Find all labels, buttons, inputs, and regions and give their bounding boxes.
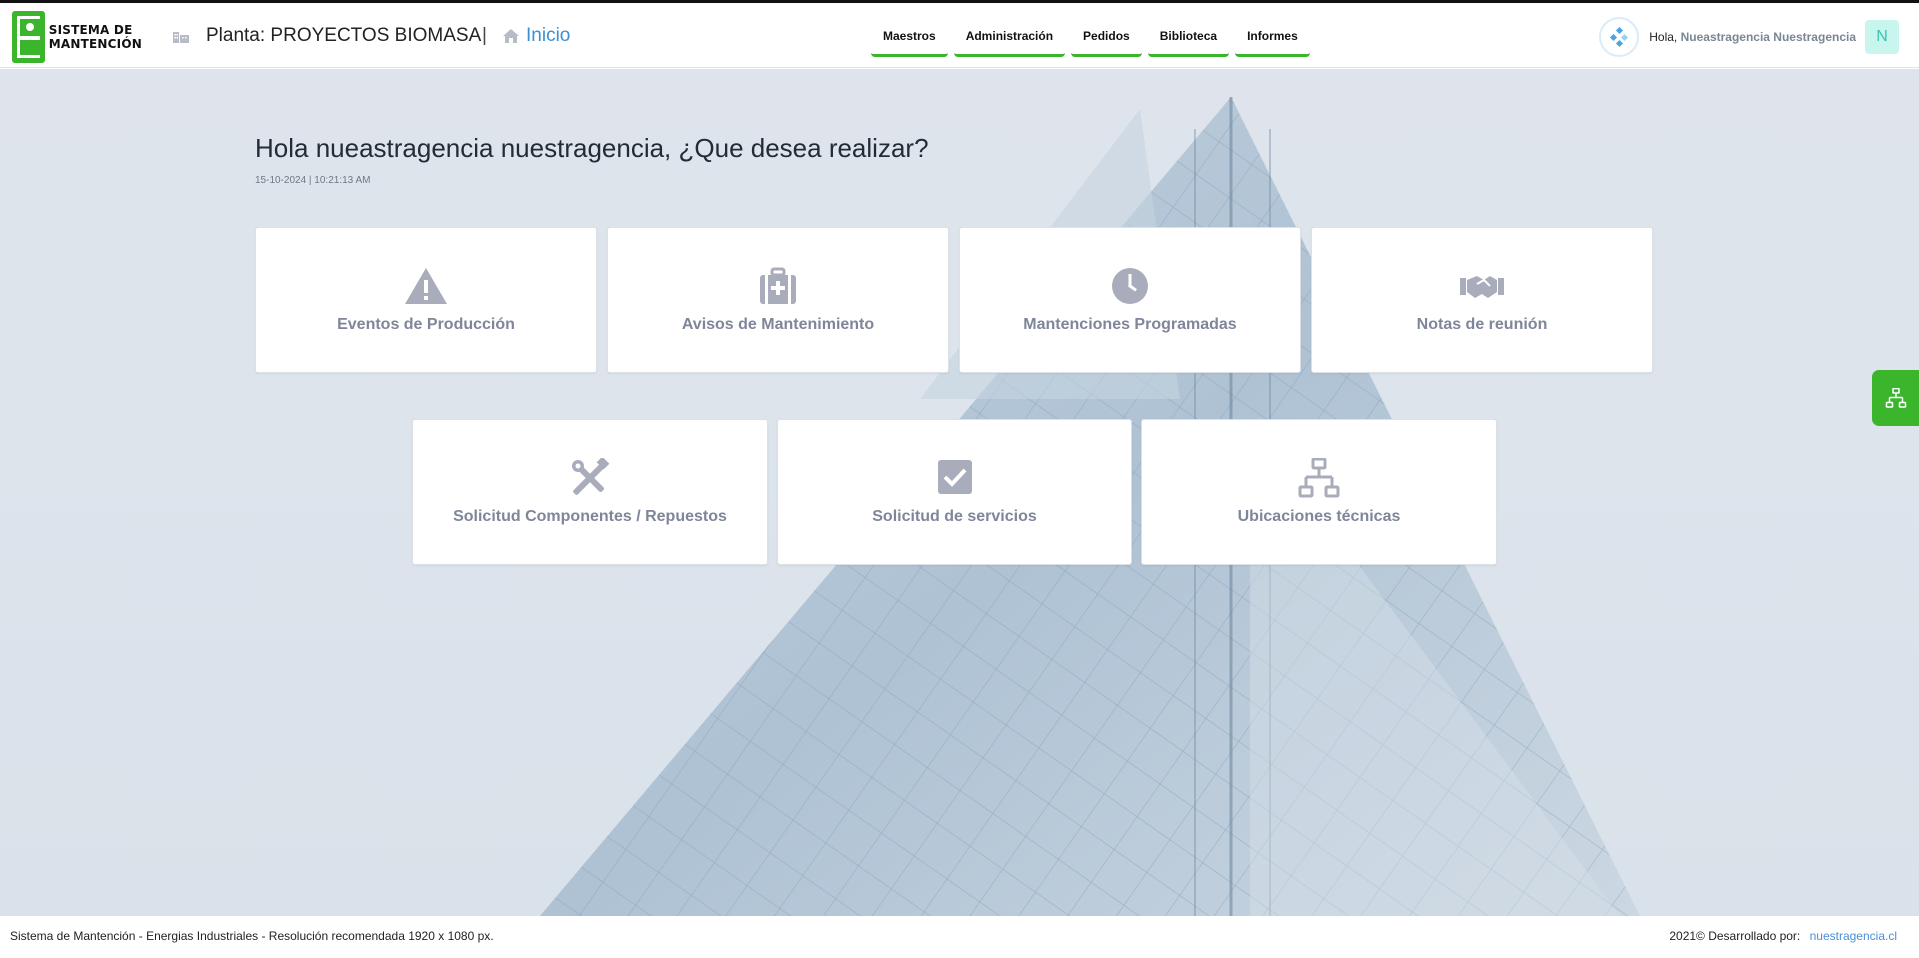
- card-label: Notas de reunión: [1416, 316, 1548, 333]
- tools-icon: [568, 458, 612, 498]
- nav-item-informes[interactable]: Informes: [1235, 22, 1310, 57]
- avatar[interactable]: N: [1865, 20, 1899, 54]
- card-notas-reunion[interactable]: Notas de reunión: [1311, 227, 1653, 373]
- nav-item-biblioteca[interactable]: Biblioteca: [1147, 22, 1230, 57]
- nav-item-pedidos[interactable]: Pedidos: [1071, 22, 1142, 57]
- greeting-text: Hola,: [1649, 30, 1678, 44]
- footer-info: Sistema de Mantención - Energias Industr…: [10, 929, 494, 943]
- check-square-icon: [933, 458, 977, 498]
- card-label: Ubicaciones técnicas: [1237, 508, 1401, 525]
- header-separator: |: [482, 25, 487, 46]
- card-solicitud-servicios[interactable]: Solicitud de servicios: [777, 419, 1132, 565]
- company-logo-icon: [1599, 17, 1640, 57]
- floating-sitemap-button[interactable]: [1872, 370, 1919, 426]
- plant-label: Planta: PROYECTOS BIOMASA: [206, 25, 482, 46]
- card-solicitud-componentes[interactable]: Solicitud Componentes / Repuestos: [412, 419, 768, 565]
- card-label: Avisos de Mantenimiento: [681, 316, 875, 333]
- user-greeting: Hola, Nueastragencia Nuestragencia: [1649, 30, 1856, 44]
- sitemap-icon: [1297, 458, 1341, 498]
- medical-kit-icon: [756, 266, 800, 306]
- home-link[interactable]: Inicio: [502, 25, 570, 47]
- card-label: Eventos de Producción: [337, 316, 515, 333]
- card-label: Mantenciones Programadas: [1023, 316, 1237, 333]
- current-datetime: 15-10-2024 | 10:21:13 AM: [255, 175, 371, 186]
- developer-link[interactable]: nuestragencia.cl: [1810, 929, 1897, 943]
- card-eventos-produccion[interactable]: Eventos de Producción: [255, 227, 597, 373]
- card-label: Solicitud de servicios: [872, 508, 1037, 525]
- clock-icon: [1108, 266, 1152, 306]
- page-footer: Sistema de Mantención - Energias Industr…: [0, 916, 1919, 958]
- user-name[interactable]: Nueastragencia Nuestragencia: [1681, 30, 1856, 44]
- footer-credits: 2021© Desarrollado por: nuestragencia.cl: [1669, 929, 1897, 943]
- logo-line-1: SISTEMA DE: [48, 23, 133, 37]
- top-header: SISTEMA DE MANTENCIÓN Planta: PROYECTOS …: [0, 3, 1919, 68]
- building-icon: [173, 32, 189, 43]
- app-logo[interactable]: SISTEMA DE MANTENCIÓN: [12, 11, 142, 63]
- user-area: Hola, Nueastragencia Nuestragencia N: [1599, 17, 1899, 57]
- nav-item-maestros[interactable]: Maestros: [871, 22, 948, 57]
- logo-text: SISTEMA DE MANTENCIÓN: [49, 23, 142, 51]
- card-mantenciones-programadas[interactable]: Mantenciones Programadas: [959, 227, 1301, 373]
- home-icon: [503, 29, 519, 43]
- card-label: Solicitud Componentes / Repuestos: [453, 508, 727, 525]
- handshake-icon: [1460, 266, 1504, 306]
- nav-item-administracion[interactable]: Administración: [953, 22, 1066, 57]
- welcome-heading: Hola nueastragencia nuestragencia, ¿Que …: [255, 133, 929, 163]
- main-content: Hola nueastragencia nuestragencia, ¿Que …: [0, 69, 1919, 916]
- main-nav: Maestros Administración Pedidos Bibliote…: [871, 22, 1310, 57]
- logo-line-2: MANTENCIÓN: [48, 37, 142, 51]
- sitemap-icon: [1885, 388, 1906, 408]
- footer-copyright: 2021© Desarrollado por:: [1669, 929, 1801, 943]
- card-ubicaciones-tecnicas[interactable]: Ubicaciones técnicas: [1141, 419, 1497, 565]
- home-label: Inicio: [526, 25, 571, 46]
- card-avisos-mantenimiento[interactable]: Avisos de Mantenimiento: [607, 227, 949, 373]
- warning-icon: [404, 266, 448, 306]
- logo-mark-icon: [12, 11, 45, 63]
